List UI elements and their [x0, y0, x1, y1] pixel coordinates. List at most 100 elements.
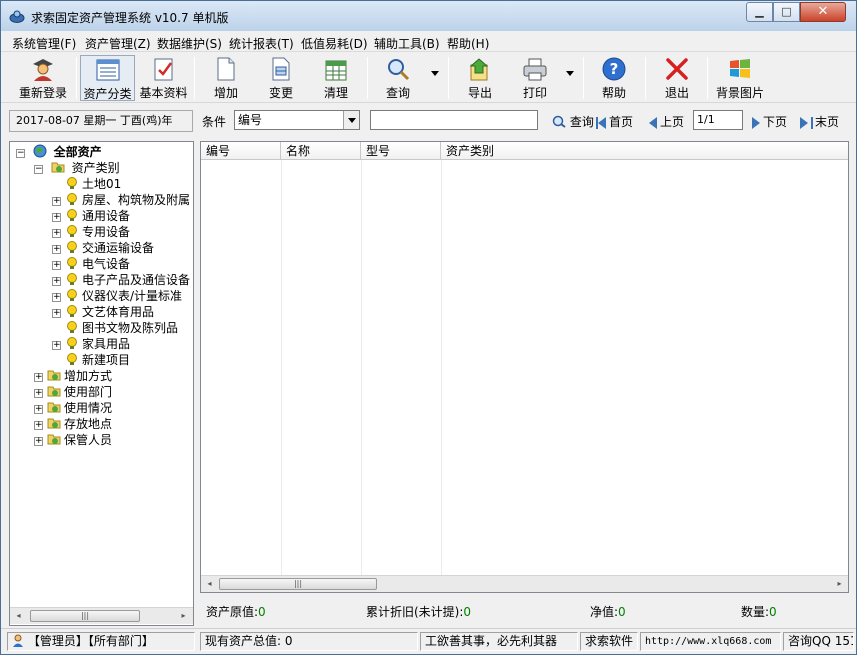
basic-info-button[interactable]: 基本资料 — [137, 55, 190, 101]
expand-icon[interactable]: + — [52, 245, 61, 254]
menu-help[interactable]: 帮助(H) — [447, 35, 489, 52]
menu-tools[interactable]: 辅助工具(B) — [374, 35, 440, 52]
folder-icon — [47, 402, 61, 413]
print-button[interactable]: 打印 — [512, 55, 558, 101]
tree-item[interactable]: + 文艺体育用品 — [52, 304, 154, 320]
asset-class-button[interactable]: 资产分类 — [80, 55, 135, 101]
scroll-thumb[interactable]: ||| — [219, 578, 377, 590]
maximize-button[interactable]: □ — [773, 2, 800, 22]
tree-item-label: 房屋、构筑物及附属 — [82, 193, 191, 207]
lightbulb-icon — [67, 241, 77, 253]
tree-root[interactable]: − 全部资产 — [16, 144, 102, 160]
close-button[interactable]: ✕ — [800, 2, 846, 22]
print-dropdown-icon[interactable] — [566, 71, 574, 76]
tree-horizontal-scrollbar[interactable]: ◂ ||| ▸ — [10, 607, 193, 624]
asset-tree: − 全部资产 − 资产类别 土地01 + 房屋、构筑物及附属 + 通用设备 + 专用设备 + 交… — [9, 141, 194, 626]
condition-select[interactable]: 编号 — [234, 110, 360, 130]
tree-item[interactable]: + 电气设备 — [52, 256, 130, 272]
export-button[interactable]: 导出 — [457, 55, 503, 101]
grid-column-header[interactable]: 名称 — [281, 142, 361, 160]
scroll-left-icon[interactable]: ◂ — [201, 576, 218, 592]
scroll-right-icon[interactable]: ▸ — [831, 576, 848, 592]
lightbulb-icon — [67, 305, 77, 317]
lightbulb-icon — [67, 337, 77, 349]
query-button[interactable]: 查询 — [375, 55, 421, 101]
menu-reports[interactable]: 统计报表(T) — [229, 35, 294, 52]
scroll-left-icon[interactable]: ◂ — [10, 608, 27, 624]
minimize-button[interactable]: ▁ — [746, 2, 773, 22]
page-number-field[interactable]: 1/1 — [693, 110, 743, 130]
tree-item[interactable]: 新建项目 — [52, 352, 130, 368]
change-button[interactable]: 变更 — [258, 55, 304, 101]
dropdown-arrow-icon[interactable] — [343, 111, 359, 129]
search-input[interactable] — [370, 110, 538, 130]
expand-icon[interactable]: + — [52, 277, 61, 286]
grid-column-header[interactable]: 编号 — [201, 142, 281, 160]
grid-column-header[interactable]: 资产类别 — [441, 142, 848, 160]
expand-icon[interactable]: + — [34, 437, 43, 446]
add-button[interactable]: 增加 — [203, 55, 249, 101]
lightbulb-icon — [67, 273, 77, 285]
help-button[interactable]: ? 帮助 — [591, 55, 637, 101]
app-icon — [9, 10, 25, 23]
tree-item[interactable]: + 仪器仪表/计量标准 — [52, 288, 182, 304]
expand-icon[interactable]: + — [52, 197, 61, 206]
tree-category[interactable]: − 资产类别 — [34, 160, 120, 176]
grid-column-header[interactable]: 型号 — [361, 142, 441, 160]
query-link[interactable]: 查询 — [552, 113, 594, 130]
list-window-icon — [96, 59, 119, 81]
expand-icon[interactable]: + — [34, 421, 43, 430]
expand-icon[interactable]: + — [52, 293, 61, 302]
relogin-button[interactable]: 重新登录 — [14, 55, 72, 101]
expand-icon[interactable]: + — [52, 309, 61, 318]
tree-group[interactable]: + 保管人员 — [34, 432, 112, 448]
collapse-icon[interactable]: − — [34, 165, 43, 174]
tree-item-label: 文艺体育用品 — [82, 305, 155, 319]
query-dropdown-icon[interactable] — [431, 71, 439, 76]
tree-group[interactable]: + 使用部门 — [34, 384, 112, 400]
tree-item[interactable]: + 房屋、构筑物及附属 — [52, 192, 190, 208]
scroll-thumb[interactable]: ||| — [30, 610, 140, 622]
tree-item[interactable]: 图书文物及陈列品 — [52, 320, 178, 336]
expand-icon[interactable]: + — [52, 341, 61, 350]
tree-group[interactable]: + 使用情况 — [34, 400, 112, 416]
next-page-button[interactable]: 下页 — [752, 113, 787, 130]
menu-low-value[interactable]: 低值易耗(D) — [301, 35, 368, 52]
tree-group[interactable]: + 存放地点 — [34, 416, 112, 432]
menu-assets[interactable]: 资产管理(Z) — [85, 35, 151, 52]
last-page-button[interactable]: 末页 — [800, 113, 839, 130]
tree-item[interactable]: + 交通运输设备 — [52, 240, 154, 256]
quantity-label: 数量: — [741, 605, 770, 619]
tree-item[interactable]: + 专用设备 — [52, 224, 130, 240]
tree-item[interactable]: + 通用设备 — [52, 208, 130, 224]
tree-item[interactable]: 土地01 — [52, 176, 121, 192]
lightbulb-icon — [67, 209, 77, 221]
background-image-button[interactable]: 背景图片 — [713, 55, 767, 101]
first-page-button[interactable]: 首页 — [596, 113, 633, 130]
expand-icon[interactable]: + — [52, 261, 61, 270]
tree-item[interactable]: + 电子产品及通信设备 — [52, 272, 190, 288]
toolbar-separator — [367, 57, 368, 99]
tree-group[interactable]: + 增加方式 — [34, 368, 112, 384]
asset-class-label: 资产分类 — [83, 87, 132, 101]
collapse-icon[interactable]: − — [16, 149, 25, 158]
grid-horizontal-scrollbar[interactable]: ◂ ||| ▸ — [201, 575, 848, 592]
clear-button[interactable]: 清理 — [313, 55, 359, 101]
expand-icon[interactable]: + — [52, 229, 61, 238]
spreadsheet-icon — [325, 60, 347, 81]
status-url[interactable]: http://www.xlq668.com — [640, 632, 781, 651]
tree-item-label: 新建项目 — [82, 353, 131, 367]
menu-system[interactable]: 系统管理(F) — [12, 35, 76, 52]
tree-item[interactable]: + 家具用品 — [52, 336, 130, 352]
toolbar: 重新登录 资产分类 基本资料 增加 变更 清理 查询 导出 打印 ? 帮助 退出… — [1, 53, 856, 103]
basic-info-label: 基本资料 — [139, 86, 188, 100]
toolbar-separator — [76, 57, 77, 99]
expand-icon[interactable]: + — [52, 213, 61, 222]
expand-icon[interactable]: + — [34, 373, 43, 382]
expand-icon[interactable]: + — [34, 405, 43, 414]
exit-button[interactable]: 退出 — [654, 55, 700, 101]
prev-page-button[interactable]: 上页 — [649, 113, 684, 130]
expand-icon[interactable]: + — [34, 389, 43, 398]
menu-data-maintenance[interactable]: 数据维护(S) — [157, 35, 222, 52]
scroll-right-icon[interactable]: ▸ — [175, 608, 192, 624]
